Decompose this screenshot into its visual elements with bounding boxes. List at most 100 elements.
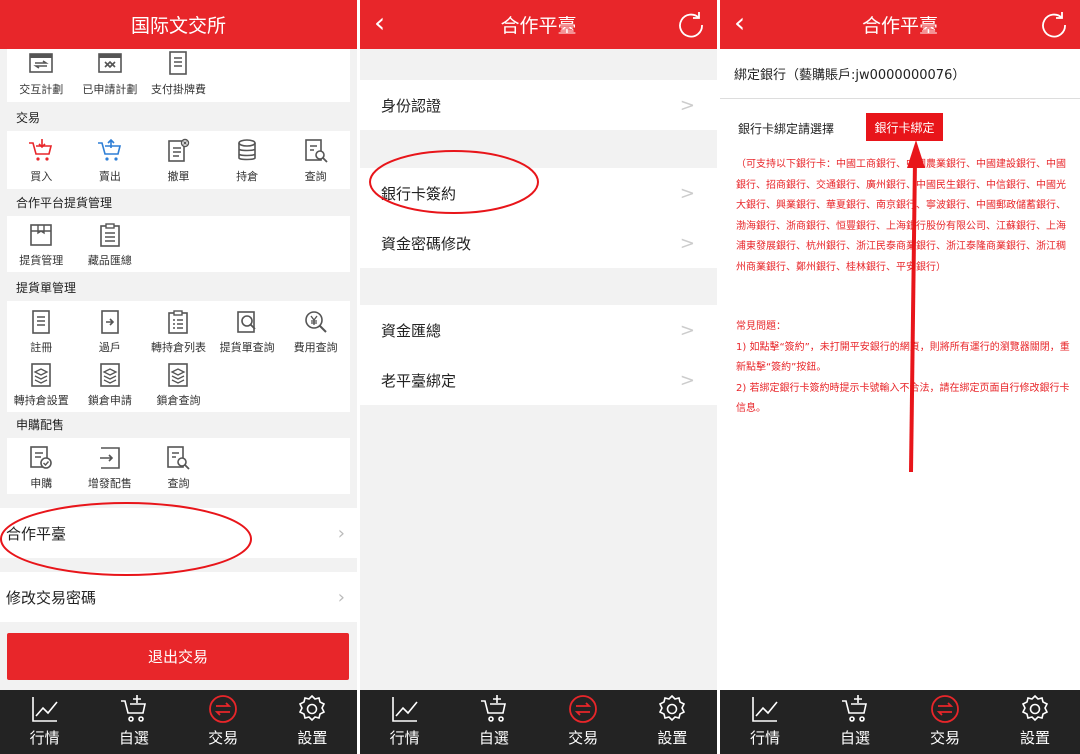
tab-settings[interactable]: 設置 [268,690,357,754]
tab-trade[interactable]: 交易 [179,690,268,754]
faq-item: 1) 如點擊“簽約”，未打開平安銀行的網頁，則將所有運行的瀏覽器關閉，重新點擊“… [736,341,1070,374]
page-title: 合作平臺 [861,15,938,37]
page-title: 国际文交所 [130,15,226,37]
chevron-right-icon: > [679,94,695,116]
cancel-order-icon [168,138,190,162]
lock-query-item[interactable]: 鎖倉查詢 [144,362,213,408]
subscribe-query-item[interactable]: 查詢 [144,445,213,491]
chart-line-icon [752,697,778,722]
coop-platform-panel: ‹ 合作平臺 身份認證 > 銀行卡簽約 > 資金密碼修改 > 資金匯總 > 老平… [360,0,717,754]
pay-listing-fee-item[interactable]: 支付掛牌費 [144,51,213,97]
bill-query-item[interactable]: 提貨單查詢 [213,309,282,355]
panel1-header: 国际文交所 [0,0,357,49]
cart-add-icon [480,695,506,722]
chevron-right-icon: > [679,182,695,204]
additional-issue-item[interactable]: 增發配售 [76,445,145,491]
database-icon [238,139,256,161]
applied-plan-item[interactable]: 已申請計劃 [76,51,145,97]
bind-bank-title: 綁定銀行（藝購賬戶:jw0000000076） [720,49,1080,99]
transfer-item[interactable]: 過戶 [76,309,145,355]
section-title-trade: 交易 [7,106,350,130]
bill-row-1: 註冊 過戶 轉持倉列表 提貨單查詢 費用查詢 [7,309,350,355]
bank-card-sign-row[interactable]: 銀行卡簽約 > [360,168,717,218]
buy-item[interactable]: 買入 [7,138,76,184]
refresh-icon[interactable] [677,10,705,38]
cart-buy-icon [29,139,53,161]
tab-trade[interactable]: 交易 [539,690,628,754]
fund-summary-row[interactable]: 資金匯總 > [360,305,717,355]
chart-line-icon [31,697,58,722]
bottom-tab-bar: 行情 自選 交易 設置 [720,690,1080,754]
tab-market[interactable]: 行情 [360,690,449,754]
tab-watchlist[interactable]: 自選 [449,690,538,754]
back-arrow-icon[interactable]: ‹ [734,9,745,37]
logout-button[interactable]: 退出交易 [7,633,349,680]
query-item[interactable]: 查詢 [281,138,350,184]
enter-icon [99,447,120,469]
tab-watchlist[interactable]: 自選 [810,690,900,754]
exchange-plan-item[interactable]: 交互計劃 [7,51,76,97]
old-platform-bind-row[interactable]: 老平臺綁定 > [360,355,717,405]
tab-market[interactable]: 行情 [720,690,810,754]
gear-icon [299,694,326,722]
pickup-manage-item[interactable]: 提貨管理 [7,222,76,268]
bottom-tab-bar: 行情 自選 交易 設置 [360,690,717,754]
layers-icon [31,363,52,387]
query-doc-icon [304,139,328,163]
tab-settings[interactable]: 設置 [990,690,1080,754]
tab-trade[interactable]: 交易 [900,690,990,754]
trading-menu-panel: 国际文交所 交互計劃 已申請計劃 支付掛牌費 交易 買入 賣出 撤單 持倉 查詢… [0,0,357,754]
exchange-circle-icon [569,695,598,723]
cart-add-icon [120,695,146,722]
exchange-icon [29,53,54,73]
refresh-icon[interactable] [1040,10,1068,38]
fund-password-row[interactable]: 資金密碼修改 > [360,218,717,268]
subscribe-row: 申購 增發配售 查詢 [7,445,350,491]
chart-line-icon [391,697,418,722]
back-arrow-icon[interactable]: ‹ [374,9,385,37]
cart-sell-icon [97,138,121,161]
list-clipboard-icon [168,310,189,334]
change-trade-password-link[interactable]: 修改交易密碼 › [0,572,357,622]
clipboard-icon [100,223,120,247]
register-item[interactable]: 註冊 [7,309,76,355]
collection-summary-item[interactable]: 藏品匯總 [76,222,145,268]
bottom-tab-bar: 行情 自選 交易 設置 [0,690,357,754]
chevron-right-icon: > [679,232,695,254]
layers-icon [100,363,120,387]
chevron-right-icon: > [679,369,695,391]
gear-icon [1021,694,1049,722]
section-title-pickup: 合作平台提貨管理 [7,191,350,215]
bill-row-2: 轉持倉設置 鎖倉申請 鎖倉查詢 [7,362,350,408]
cart-add-icon [842,695,867,722]
gear-icon [659,694,686,722]
register-doc-icon [32,310,51,334]
check-doc-icon [30,446,53,469]
exchange-circle-icon [931,695,959,723]
cancel-order-item[interactable]: 撤單 [144,138,213,184]
yen-search-icon [304,311,327,333]
position-list-item[interactable]: 轉持倉列表 [144,309,213,355]
tab-watchlist[interactable]: 自選 [89,690,178,754]
position-setting-item[interactable]: 轉持倉設置 [7,362,76,408]
trade-row: 買入 賣出 撤單 持倉 查詢 [7,138,350,184]
query-doc-icon [167,446,191,470]
tab-market[interactable]: 行情 [0,690,89,754]
identity-verify-row[interactable]: 身份認證 > [360,80,717,130]
supported-bank-list: （可支持以下銀行卡：中國工商銀行、中國農業銀行、中國建設銀行、中國銀行、招商銀行… [736,159,1066,273]
chevron-right-icon: › [337,522,345,544]
layers-icon [168,363,189,387]
section-title-subscribe: 申購配售 [7,413,350,437]
section-title-bill: 提貨單管理 [7,276,350,300]
tab-settings[interactable]: 設置 [628,690,717,754]
faq-title: 常見問題： [736,321,786,332]
holdings-item[interactable]: 持倉 [213,138,282,184]
fee-query-item[interactable]: 費用查詢 [281,309,350,355]
coop-platform-link[interactable]: 合作平臺 › [0,508,357,558]
sell-item[interactable]: 賣出 [76,138,145,184]
subscribe-item[interactable]: 申購 [7,445,76,491]
lock-apply-item[interactable]: 鎖倉申請 [76,362,145,408]
bill-search-icon [237,311,256,333]
bank-card-bind-button[interactable]: 銀行卡綁定 [866,113,943,141]
screenshot-collage: 国际文交所 交互計劃 已申請計劃 支付掛牌費 交易 買入 賣出 撤單 持倉 查詢… [0,0,1080,754]
